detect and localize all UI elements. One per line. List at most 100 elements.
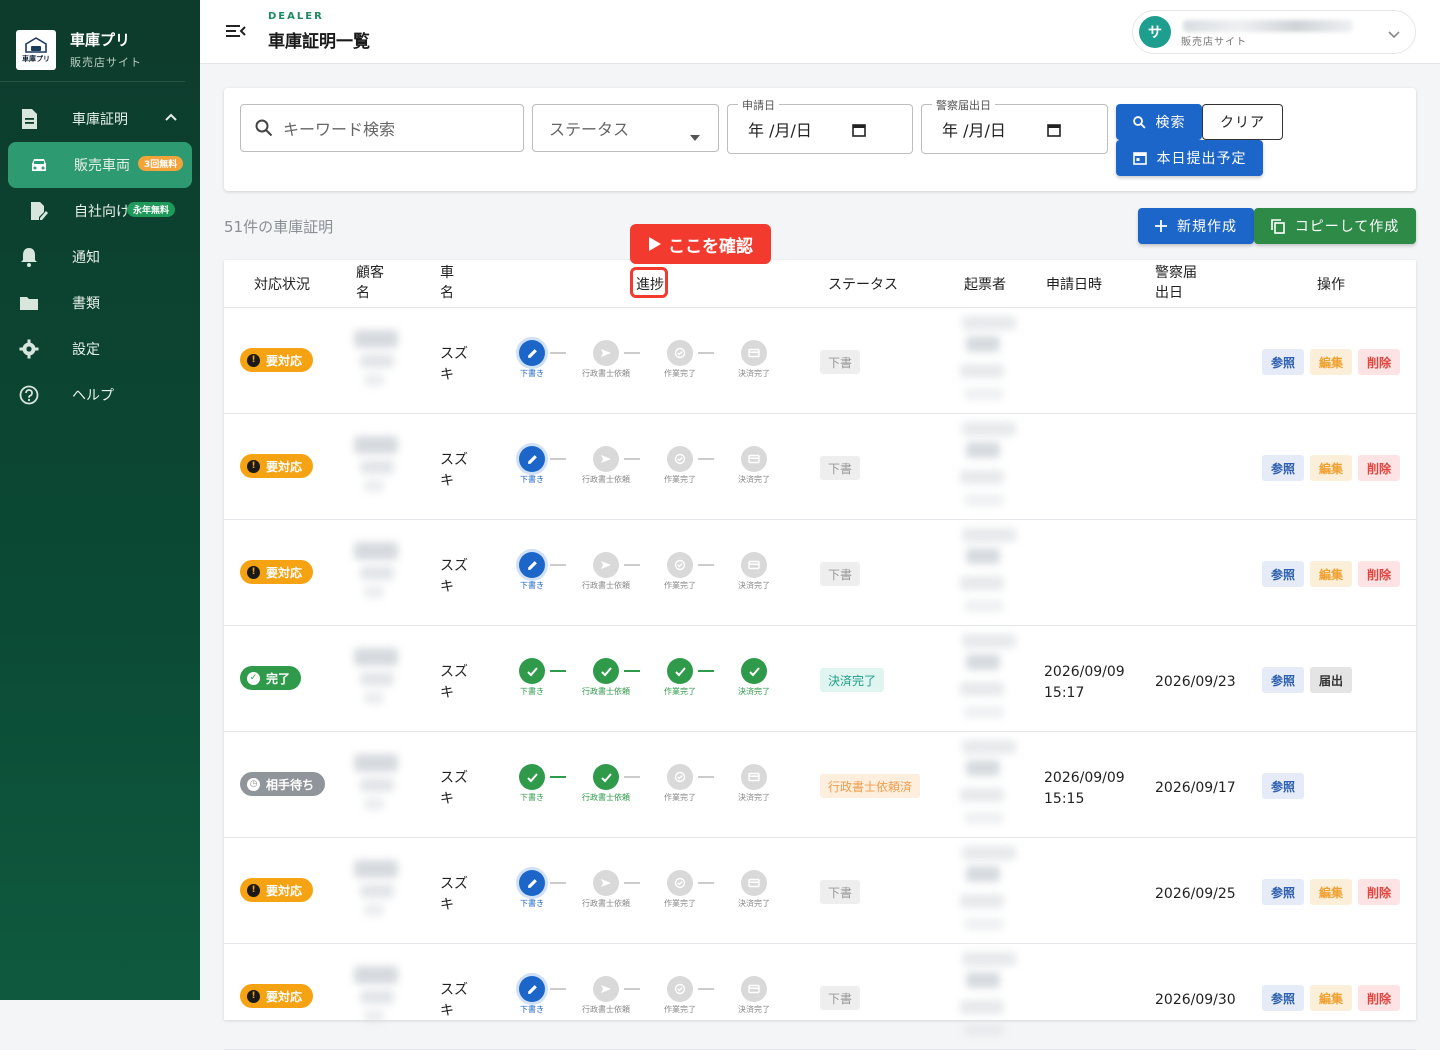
search-button[interactable]: 検索 — [1116, 104, 1202, 140]
result-count: 51件の車庫証明 — [224, 218, 334, 236]
delete-button[interactable]: 削除 — [1358, 349, 1400, 375]
submit-button[interactable]: 届出 — [1310, 667, 1352, 693]
col-header-customer[interactable]: 顧客名 — [356, 263, 384, 311]
col-header-police-date[interactable]: 警察届 出日 — [1155, 263, 1197, 311]
copy-create-button[interactable]: コピーして作成 — [1254, 208, 1416, 244]
sidebar-item-settings[interactable]: 設定 — [0, 326, 200, 372]
police-date: 2026/09/30 — [1155, 992, 1236, 1008]
view-button[interactable]: 参照 — [1262, 985, 1304, 1011]
help-icon — [18, 384, 40, 406]
col-header-status[interactable]: ステータス — [828, 260, 898, 308]
col-header-actions[interactable]: 操作 — [1317, 260, 1345, 308]
chevron-up-icon[interactable] — [164, 110, 178, 126]
edit-button[interactable]: 編集 — [1310, 349, 1352, 375]
play-icon — [648, 236, 662, 252]
table-row[interactable]: ✓ 完了 スズキ下書き 行政書士依頼 作業完了 決済完了 決済完了 2026/09/09 15:… — [224, 626, 1416, 732]
step-icon — [667, 976, 693, 1002]
view-button[interactable]: 参照 — [1262, 667, 1304, 693]
progress-step: 下書き — [502, 870, 562, 909]
step-icon — [667, 552, 693, 578]
progress-step: 決済完了 — [724, 764, 784, 803]
status-badge: 下書 — [820, 986, 861, 1010]
customer-name-blurred — [354, 860, 398, 878]
status-badge: 下書 — [820, 562, 861, 586]
car-name-line2: キ — [440, 473, 454, 489]
step-connector — [698, 564, 714, 566]
menu-collapse-icon[interactable] — [226, 22, 246, 44]
folder-icon — [18, 292, 40, 314]
delete-button[interactable]: 削除 — [1358, 985, 1400, 1011]
delete-button[interactable]: 削除 — [1358, 561, 1400, 587]
user-name-blurred — [1183, 20, 1353, 32]
progress-stepper: 下書き 行政書士依頼 作業完了 決済完了 — [519, 976, 790, 1016]
view-button[interactable]: 参照 — [1262, 455, 1304, 481]
table-row[interactable]: ! 要対応 スズキ下書き 行政書士依頼 作業完了 決済完了 下書 参照 編集 削除 — [224, 414, 1416, 520]
col-header-handling[interactable]: 対応状況 — [254, 260, 310, 308]
view-button[interactable]: 参照 — [1262, 349, 1304, 375]
customer-name-blurred — [354, 330, 398, 348]
col-header-apply-datetime[interactable]: 申請日時 — [1046, 260, 1102, 308]
progress-step: 行政書士依頼 — [576, 870, 636, 909]
step-label: 決済完了 — [738, 581, 770, 590]
progress-step: 行政書士依頼 — [576, 976, 636, 1015]
col-header-car[interactable]: 車名 — [440, 263, 454, 311]
edit-button[interactable]: 編集 — [1310, 455, 1352, 481]
sidebar-item-documents[interactable]: 書類 — [0, 280, 200, 326]
today-submission-button[interactable]: 本日提出予定 — [1116, 140, 1263, 176]
delete-button[interactable]: 削除 — [1358, 879, 1400, 905]
progress-step: 作業完了 — [650, 764, 710, 803]
apply-date-label: 申請日 — [738, 97, 779, 113]
progress-step: 作業完了 — [650, 446, 710, 485]
keyword-search-input[interactable]: キーワード検索 — [240, 104, 524, 152]
col-header-creator[interactable]: 起票者 — [964, 260, 1006, 308]
table-row[interactable]: ! 要対応 スズキ下書き 行政書士依頼 作業完了 決済完了 下書 2026/09/25 参照 編集… — [224, 838, 1416, 944]
progress-step: 作業完了 — [650, 340, 710, 379]
page-subtitle: DEALER — [268, 11, 324, 22]
status-badge: 行政書士依頼済 — [820, 774, 921, 798]
step-connector — [624, 564, 640, 566]
delete-button[interactable]: 削除 — [1358, 455, 1400, 481]
customer-name-blurred — [360, 672, 394, 686]
step-connector — [624, 882, 640, 884]
creator-blurred — [962, 528, 1016, 542]
step-label: 作業完了 — [664, 1005, 696, 1014]
view-button[interactable]: 参照 — [1262, 879, 1304, 905]
view-button[interactable]: 参照 — [1262, 561, 1304, 587]
sidebar-item-label: 販売車両 — [74, 158, 130, 174]
table-row[interactable]: ! 要対応 スズキ下書き 行政書士依頼 作業完了 決済完了 下書 参照 編集 削除 — [224, 520, 1416, 626]
police-date: 2026/09/17 — [1155, 780, 1236, 796]
keyword-placeholder: キーワード検索 — [283, 120, 396, 139]
step-label: 行政書士依頼 — [582, 475, 630, 484]
edit-button[interactable]: 編集 — [1310, 561, 1352, 587]
car-name-line1: スズ — [440, 876, 468, 892]
apply-date-field[interactable]: 申請日 年 /月/日 — [727, 97, 913, 154]
table-row[interactable]: ! 要対応 スズキ下書き 行政書士依頼 作業完了 決済完了 下書 2026/09/30 参照 編集… — [224, 944, 1416, 1050]
police-date-field[interactable]: 警察届出日 年 /月/日 — [921, 97, 1108, 154]
sidebar-item-label: ヘルプ — [72, 388, 114, 404]
sidebar-item-help[interactable]: ヘルプ — [0, 372, 200, 418]
edit-button[interactable]: 編集 — [1310, 879, 1352, 905]
table-row[interactable]: ◷ 相手待ち スズキ下書き 行政書士依頼 作業完了 決済完了 行政書士依頼済 2026/09/… — [224, 732, 1416, 838]
car-name: スズキ — [440, 874, 480, 916]
car-name-line1: スズ — [440, 664, 468, 680]
user-menu[interactable]: サ 販売店サイト — [1132, 10, 1416, 54]
new-create-button[interactable]: 新規作成 — [1138, 208, 1254, 244]
sidebar-item-in-house[interactable]: 自社向け 永年無料 — [0, 188, 200, 234]
car-name: スズキ — [440, 556, 480, 598]
step-connector — [550, 352, 566, 354]
brand[interactable]: 車庫プリ 車庫プリ 販売店サイト — [0, 0, 185, 82]
table-row[interactable]: ! 要対応 スズキ下書き 行政書士依頼 作業完了 決済完了 下書 参照 編集 削除 — [224, 308, 1416, 414]
sidebar-item-garage-cert[interactable]: 車庫証明 — [0, 96, 200, 142]
view-button[interactable]: 参照 — [1262, 773, 1304, 799]
step-icon — [667, 764, 693, 790]
status-select[interactable]: ステータス — [532, 104, 719, 152]
col-header-police-line1: 警察届 — [1155, 265, 1197, 281]
creator-blurred — [966, 972, 1000, 988]
step-icon — [667, 446, 693, 472]
step-icon — [593, 870, 619, 896]
clear-button[interactable]: クリア — [1202, 104, 1283, 140]
step-icon — [593, 340, 619, 366]
edit-button[interactable]: 編集 — [1310, 985, 1352, 1011]
sidebar-item-sales-vehicle[interactable]: 販売車両 3回無料 — [8, 142, 192, 188]
sidebar-item-notifications[interactable]: 通知 — [0, 234, 200, 280]
